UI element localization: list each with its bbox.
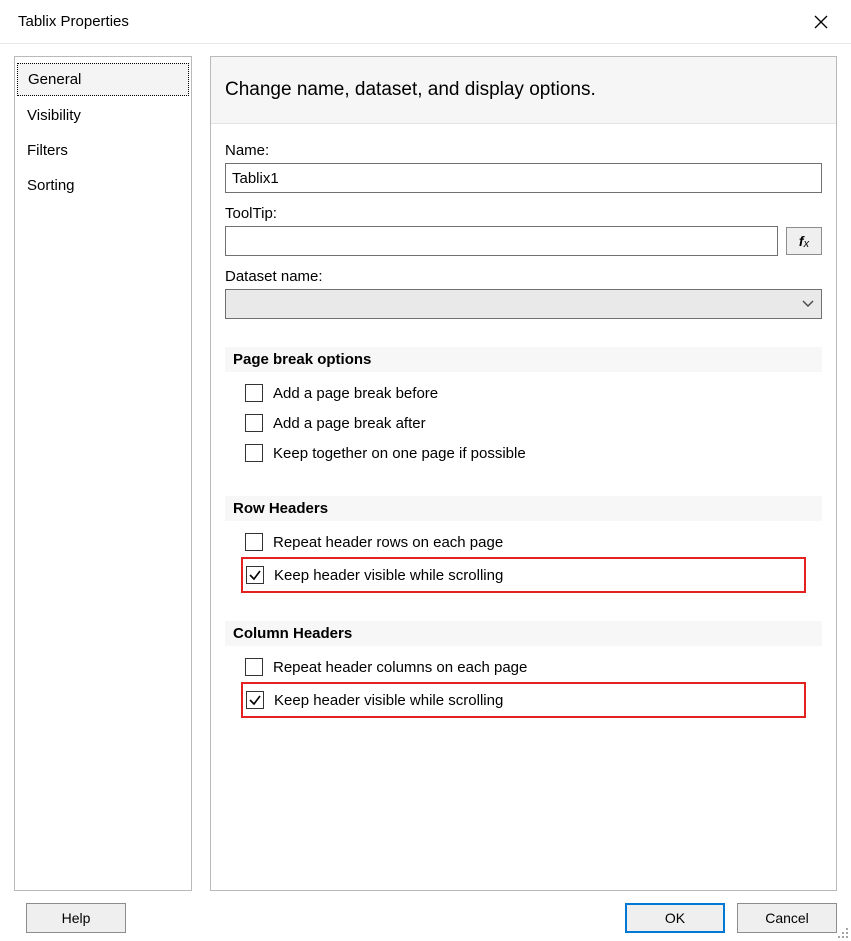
highlight-box: Keep header visible while scrolling [241,682,806,718]
group-title-row-headers: Row Headers [225,496,822,521]
group-column-headers: Column Headers Repeat header columns on … [225,621,822,718]
checkbox-label: Add a page break before [273,385,438,402]
cancel-button[interactable]: Cancel [737,903,837,933]
tooltip-label: ToolTip: [225,205,822,222]
group-title-page-break: Page break options [225,347,822,372]
check-repeat-column-headers[interactable]: Repeat header columns on each page [225,652,822,682]
content-body: Name: ToolTip: fx Dataset name: Page bre… [211,124,836,890]
content-header: Change name, dataset, and display option… [211,57,836,124]
tab-sorting[interactable]: Sorting [15,168,191,203]
group-page-break: Page break options Add a page break befo… [225,347,822,468]
checkbox-label: Keep header visible while scrolling [274,692,503,709]
expression-button[interactable]: fx [786,227,822,255]
titlebar: Tablix Properties [0,0,851,44]
highlight-box: Keep header visible while scrolling [241,557,806,593]
help-button[interactable]: Help [26,903,126,933]
dataset-select[interactable] [225,289,822,319]
tab-filters[interactable]: Filters [15,133,191,168]
checkbox-label: Add a page break after [273,415,426,432]
group-row-headers: Row Headers Repeat header rows on each p… [225,496,822,593]
check-page-break-after[interactable]: Add a page break after [225,408,822,438]
close-icon [814,15,828,29]
dataset-label: Dataset name: [225,268,822,285]
checkbox-label: Keep together on one page if possible [273,445,526,462]
checkbox [245,414,263,432]
checkbox-label: Repeat header rows on each page [273,534,503,551]
check-keep-together[interactable]: Keep together on one page if possible [225,438,822,468]
sidebar: General Visibility Filters Sorting [14,56,192,891]
tab-label: Sorting [27,177,75,194]
tooltip-input[interactable] [225,226,778,256]
tab-label: General [28,71,81,88]
check-keep-column-header-visible[interactable]: Keep header visible while scrolling [244,685,803,715]
check-keep-row-header-visible[interactable]: Keep header visible while scrolling [244,560,803,590]
checkbox [245,444,263,462]
checkbox [245,658,263,676]
resize-grip-icon[interactable] [835,925,849,939]
check-repeat-row-headers[interactable]: Repeat header rows on each page [225,527,822,557]
checkbox-label: Repeat header columns on each page [273,659,527,676]
tab-label: Visibility [27,107,81,124]
tab-general[interactable]: General [17,63,189,96]
tab-label: Filters [27,142,68,159]
name-input[interactable] [225,163,822,193]
check-page-break-before[interactable]: Add a page break before [225,378,822,408]
window-title: Tablix Properties [18,13,129,30]
dataset-select-wrap [225,289,822,319]
ok-button[interactable]: OK [625,903,725,933]
checkbox [246,691,264,709]
close-button[interactable] [801,6,841,38]
dialog-body: General Visibility Filters Sorting Chang… [14,56,837,891]
name-label: Name: [225,142,822,159]
checkbox-label: Keep header visible while scrolling [274,567,503,584]
content-panel: Change name, dataset, and display option… [210,56,837,891]
checkbox [245,533,263,551]
checkbox [245,384,263,402]
group-title-column-headers: Column Headers [225,621,822,646]
checkbox [246,566,264,584]
footer: Help OK Cancel [14,903,837,933]
tooltip-row: fx [225,226,822,256]
tab-visibility[interactable]: Visibility [15,98,191,133]
